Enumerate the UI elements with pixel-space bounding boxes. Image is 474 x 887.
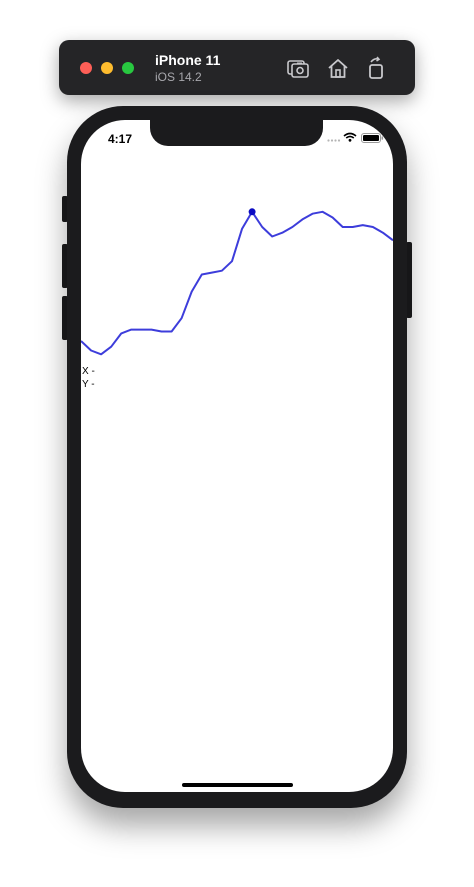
highlighted-point-marker[interactable] (248, 208, 256, 216)
close-window-button[interactable] (80, 62, 92, 74)
series-line (81, 210, 393, 356)
x-value-readout: X - (82, 366, 95, 377)
screenshot-icon[interactable] (285, 55, 311, 81)
line-chart[interactable] (81, 120, 393, 792)
device-name: iPhone 11 (155, 52, 221, 68)
home-icon[interactable] (325, 55, 351, 81)
zoom-window-button[interactable] (122, 62, 134, 74)
home-indicator[interactable] (182, 783, 293, 787)
minimize-window-button[interactable] (101, 62, 113, 74)
y-value-readout: Y - (82, 379, 95, 390)
simulator-toolbar: iPhone 11 iOS 14.2 (59, 40, 415, 95)
os-version: iOS 14.2 (155, 70, 202, 84)
device-screen: 4:17 X - Y - (81, 120, 393, 792)
rotate-icon[interactable] (363, 55, 389, 81)
